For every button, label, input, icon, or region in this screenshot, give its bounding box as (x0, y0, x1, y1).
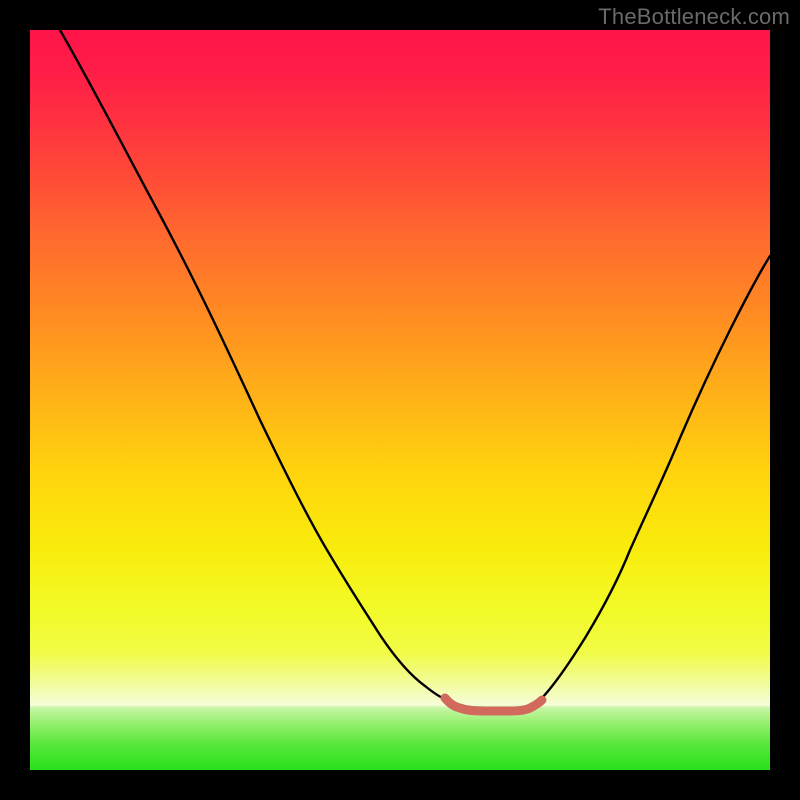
chart-frame: TheBottleneck.com (0, 0, 800, 800)
curve-layer (30, 30, 770, 770)
left-curve (60, 30, 448, 700)
plot-area (30, 30, 770, 770)
trough-highlight (445, 698, 542, 711)
right-curve (540, 256, 770, 700)
watermark-text: TheBottleneck.com (598, 4, 790, 30)
